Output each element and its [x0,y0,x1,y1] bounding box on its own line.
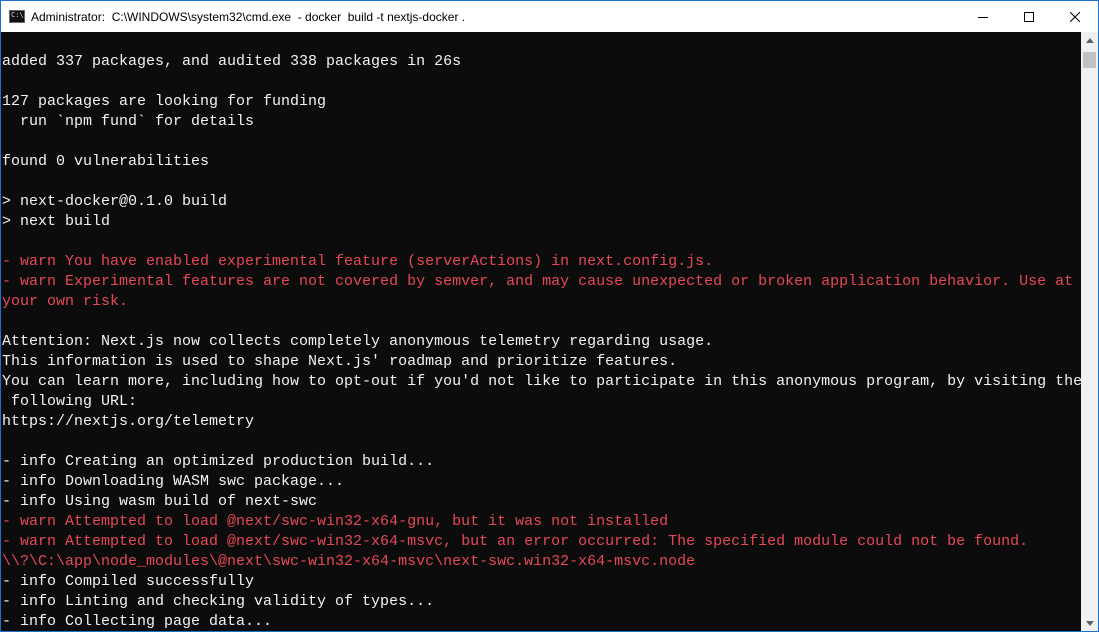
arrow-up-icon [1085,38,1094,43]
terminal-line: - info Collecting page data... [2,613,273,630]
close-icon [1070,11,1080,22]
minimize-button[interactable] [960,1,1006,32]
terminal-output[interactable]: added 337 packages, and audited 338 pack… [1,32,1081,631]
arrow-down-icon [1085,621,1094,626]
cmd-icon[interactable]: C:\ [9,10,25,23]
terminal-line: found 0 vulnerabilities [2,153,210,170]
terminal-line: - info Compiled successfully [2,573,255,590]
scroll-down-button[interactable] [1081,615,1098,631]
terminal-line: - warn You have enabled experimental fea… [2,253,714,270]
terminal-line: - warn Attempted to load @next/swc-win32… [2,513,669,530]
terminal-line: \\?\C:\app\node_modules\@next\swc-win32-… [2,553,696,570]
cmd-window: C:\ Administrator: C:\WINDOWS\system32\c… [0,0,1099,632]
terminal-line: following URL: [2,393,138,410]
terminal-line: https://nextjs.org/telemetry [2,413,255,430]
terminal-line: - warn Attempted to load @next/swc-win32… [2,533,1029,550]
terminal-line: This information is used to shape Next.j… [2,353,678,370]
terminal-line: - info Linting and checking validity of … [2,593,435,610]
terminal-line: > next-docker@0.1.0 build [2,193,228,210]
vertical-scrollbar[interactable] [1081,32,1098,631]
scroll-thumb[interactable] [1083,52,1096,68]
terminal-line: added 337 packages, and audited 338 pack… [2,53,462,70]
terminal-line: 127 packages are looking for funding [2,93,327,110]
maximize-icon [1024,11,1034,22]
close-button[interactable] [1052,1,1098,32]
terminal-line: - info Downloading WASM swc package... [2,473,345,490]
title-bar[interactable]: C:\ Administrator: C:\WINDOWS\system32\c… [1,1,1098,32]
terminal-line: - info Using wasm build of next-swc [2,493,318,510]
terminal-line: > next build [2,213,111,230]
terminal-line: run `npm fund` for details [2,113,255,130]
scroll-up-button[interactable] [1081,32,1098,49]
terminal-line: Attention: Next.js now collects complete… [2,333,714,350]
terminal-line: - warn Experimental features are not cov… [2,273,1074,290]
terminal-line: - info Creating an optimized production … [2,453,435,470]
terminal-line: your own risk. [2,293,129,310]
window-title: Administrator: C:\WINDOWS\system32\cmd.e… [31,9,466,24]
terminal-line: You can learn more, including how to opt… [2,373,1081,390]
minimize-icon [978,16,988,18]
maximize-button[interactable] [1006,1,1052,32]
